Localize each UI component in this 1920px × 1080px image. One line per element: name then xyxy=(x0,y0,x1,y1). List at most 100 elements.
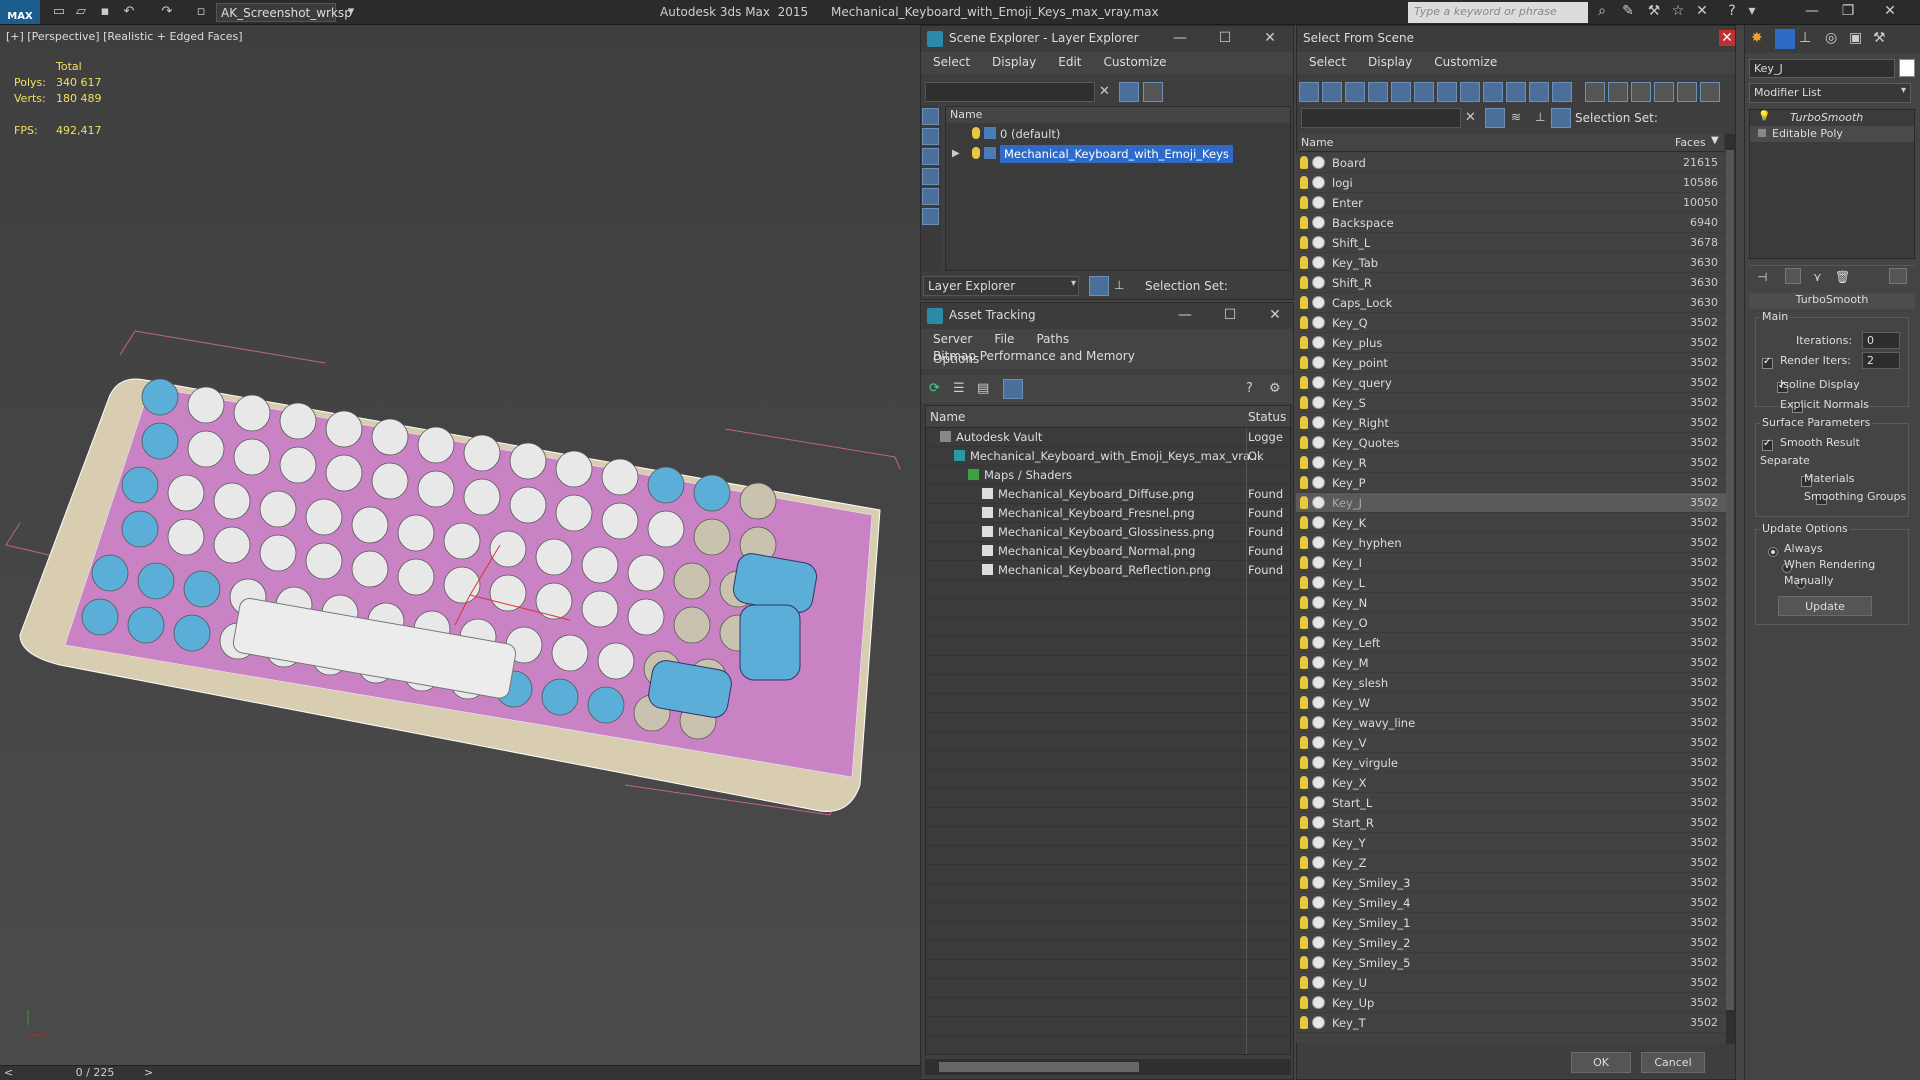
lightbulb-icon[interactable] xyxy=(1300,816,1308,829)
scene-object-row[interactable]: Key_wavy_line 3502 xyxy=(1296,713,1726,733)
keycap[interactable] xyxy=(673,606,711,644)
select-all-icon[interactable] xyxy=(1585,82,1605,102)
col-name-header[interactable]: Name xyxy=(930,410,965,424)
keycap[interactable] xyxy=(587,686,625,724)
keycap[interactable] xyxy=(443,522,481,560)
keycap[interactable] xyxy=(121,510,159,548)
detail-view-icon[interactable]: ▤ xyxy=(977,381,989,396)
project-folder-icon[interactable]: ▫ xyxy=(192,3,210,21)
asset-row[interactable]: Mechanical_Keyboard_Glossiness.png Found xyxy=(926,523,1290,542)
layers-icon[interactable]: ≋ xyxy=(1511,110,1521,124)
lightbulb-icon[interactable] xyxy=(1300,936,1308,949)
iterations-spinner[interactable]: 0 xyxy=(1862,332,1900,349)
keycap[interactable] xyxy=(555,494,593,532)
asset-row[interactable]: Mechanical_Keyboard_Reflection.png Found xyxy=(926,561,1290,580)
expand-box-icon[interactable] xyxy=(1758,129,1766,137)
close-icon[interactable]: ✕ xyxy=(1261,30,1279,48)
lightbulb-icon[interactable] xyxy=(1300,196,1308,209)
create-tab-icon[interactable]: ✸ xyxy=(1751,30,1763,46)
keycap[interactable] xyxy=(601,502,639,540)
keycap[interactable] xyxy=(581,590,619,628)
lightbulb-icon[interactable] xyxy=(1300,276,1308,289)
hierarchy-tab-icon[interactable]: ⊥ xyxy=(1799,30,1811,46)
lightbulb-icon[interactable] xyxy=(1300,976,1308,989)
keycap[interactable] xyxy=(187,430,225,468)
keycap[interactable] xyxy=(443,566,481,604)
select-search-input[interactable] xyxy=(1301,108,1461,128)
lightbulb-icon[interactable] xyxy=(1300,896,1308,909)
scene-object-row[interactable]: Key_Smiley_5 3502 xyxy=(1296,953,1726,973)
keycap[interactable] xyxy=(351,506,389,544)
motion-tab-icon[interactable]: ◎ xyxy=(1825,30,1837,46)
display-lights-icon[interactable] xyxy=(922,148,939,165)
keycap[interactable] xyxy=(463,478,501,516)
display-frozen-icon[interactable] xyxy=(1529,82,1549,102)
scene-object-row[interactable]: Caps_Lock 3630 xyxy=(1296,293,1726,313)
lightbulb-icon[interactable] xyxy=(1300,836,1308,849)
modify-tab-icon[interactable] xyxy=(1775,29,1795,49)
scene-object-row[interactable]: Key_N 3502 xyxy=(1296,593,1726,613)
lightbulb-icon[interactable] xyxy=(1300,616,1308,629)
lightbulb-icon[interactable] xyxy=(972,147,980,159)
turbosmooth-rollout-header[interactable]: TurboSmooth xyxy=(1749,293,1915,309)
close-icon[interactable]: ✕ xyxy=(1880,3,1900,21)
scene-object-row[interactable]: Key_L 3502 xyxy=(1296,573,1726,593)
lightbulb-icon[interactable] xyxy=(1300,356,1308,369)
scene-object-row[interactable]: Key_Y 3502 xyxy=(1296,833,1726,853)
scene-object-row[interactable]: Key_virgule 3502 xyxy=(1296,753,1726,773)
asset-row[interactable]: Autodesk Vault Logge xyxy=(926,428,1290,447)
perspective-viewport[interactable]: [+] [Perspective] [Realistic + Edged Fac… xyxy=(0,25,920,1065)
hierarchy-icon[interactable]: ⊥ xyxy=(1535,110,1545,124)
display-lights-icon[interactable] xyxy=(1345,82,1365,102)
scene-object-row[interactable]: Key_T 3502 xyxy=(1296,1013,1726,1033)
keycap[interactable] xyxy=(417,470,455,508)
menu-options[interactable]: Options xyxy=(921,349,989,366)
layer-row-selected[interactable]: ▶ Mechanical_Keyboard_with_Emoji_Keys xyxy=(946,145,1290,165)
keycap[interactable] xyxy=(535,582,573,620)
keycap[interactable] xyxy=(597,642,635,680)
restore-icon[interactable]: ❐ xyxy=(1838,3,1858,21)
display-hidden-icon[interactable] xyxy=(1552,82,1572,102)
scene-object-row[interactable]: Shift_R 3630 xyxy=(1296,273,1726,293)
lightbulb-icon[interactable] xyxy=(1300,436,1308,449)
configure-sets-icon[interactable] xyxy=(1889,268,1907,284)
display-groups-icon[interactable] xyxy=(1437,82,1457,102)
lightbulb-icon[interactable] xyxy=(1300,316,1308,329)
lightbulb-icon[interactable] xyxy=(1300,696,1308,709)
workspace-dropdown[interactable]: AK_Screenshot_wrksp xyxy=(216,3,352,22)
lightbulb-icon[interactable] xyxy=(1300,336,1308,349)
keycap[interactable] xyxy=(601,458,639,496)
keycap[interactable] xyxy=(535,538,573,576)
keycap[interactable] xyxy=(489,574,527,612)
clear-search-icon[interactable]: ✕ xyxy=(1099,84,1110,99)
keycap[interactable] xyxy=(141,422,179,460)
maximize-icon[interactable]: ☐ xyxy=(1221,307,1239,325)
scene-object-row[interactable]: Key_K 3502 xyxy=(1296,513,1726,533)
sort-icon[interactable] xyxy=(1677,82,1697,102)
help-icon[interactable]: ? xyxy=(1246,381,1253,396)
menu-edit[interactable]: Edit xyxy=(1046,52,1091,69)
lightbulb-icon[interactable] xyxy=(1300,1016,1308,1029)
lightbulb-icon[interactable] xyxy=(1300,676,1308,689)
keycap[interactable] xyxy=(693,518,731,556)
scene-object-row[interactable]: logi 10586 xyxy=(1296,173,1726,193)
lightbulb-icon[interactable] xyxy=(1300,876,1308,889)
list-view-icon[interactable]: ☰ xyxy=(953,381,965,396)
menu-display[interactable]: Display xyxy=(980,52,1046,69)
filter-options-icon[interactable] xyxy=(1654,82,1674,102)
undo-icon[interactable]: ↶ xyxy=(120,3,138,21)
scene-object-row[interactable]: Key_Smiley_3 3502 xyxy=(1296,873,1726,893)
menu-customize[interactable]: Customize xyxy=(1422,52,1507,69)
display-spacewarps-icon[interactable] xyxy=(1414,82,1434,102)
keycap[interactable] xyxy=(509,486,547,524)
keycap[interactable] xyxy=(371,418,409,456)
modifier-list-dropdown[interactable]: Modifier List xyxy=(1749,83,1911,103)
object-color-swatch[interactable] xyxy=(1899,59,1915,77)
lightbulb-icon[interactable] xyxy=(1300,636,1308,649)
keycap[interactable] xyxy=(305,498,343,536)
keycap[interactable] xyxy=(463,434,501,472)
horizontal-scrollbar[interactable] xyxy=(925,1059,1291,1075)
keycap[interactable] xyxy=(371,462,409,500)
display-shapes-icon[interactable] xyxy=(1322,82,1342,102)
scene-object-row[interactable]: Key_Tab 3630 xyxy=(1296,253,1726,273)
